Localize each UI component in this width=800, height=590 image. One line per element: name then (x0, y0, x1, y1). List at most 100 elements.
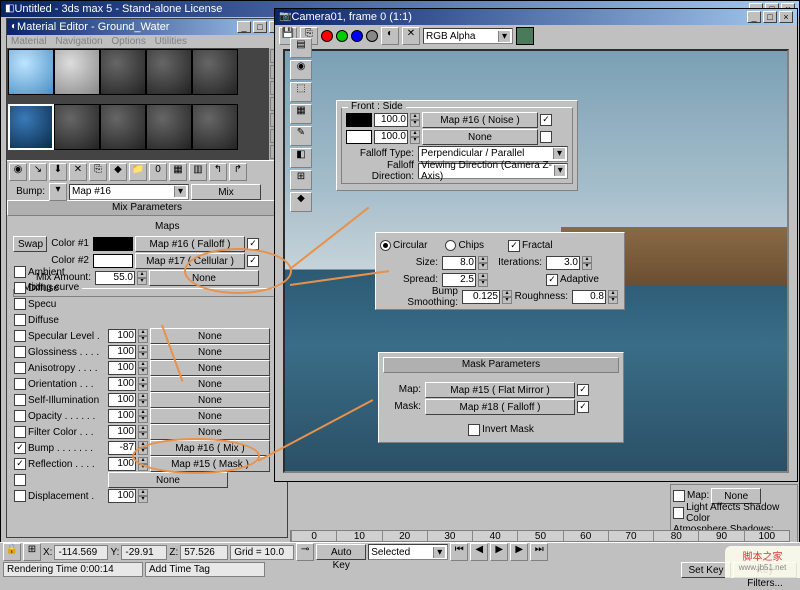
get-material-icon[interactable]: ◉ (9, 163, 27, 181)
vt-8-icon[interactable]: ◆ (290, 192, 312, 212)
slot-3[interactable] (100, 49, 146, 95)
menu-util[interactable]: Utilities (155, 36, 187, 47)
f-v2[interactable]: 100.0 (374, 130, 408, 144)
menu-opt[interactable]: Options (111, 36, 145, 47)
map-chk-14[interactable] (14, 490, 26, 502)
prev-frame-icon[interactable]: ◀ (470, 543, 488, 561)
bump-type-button[interactable]: Mix (191, 184, 261, 200)
lock-icon[interactable]: 🔒 (3, 543, 21, 561)
play-icon[interactable]: ▶ (490, 543, 508, 561)
map-chk-4[interactable] (14, 330, 26, 342)
color1-swatch[interactable] (93, 237, 133, 251)
map-val-7[interactable]: 100 (108, 377, 136, 391)
vt-1-icon[interactable]: ▤ (290, 38, 312, 58)
map-chk-12[interactable]: ✓ (14, 458, 26, 470)
mask-mask-chk[interactable]: ✓ (577, 401, 589, 413)
map-chk-7[interactable] (14, 378, 26, 390)
map-btn-8[interactable]: None (150, 392, 270, 408)
size-field[interactable]: 8.0 (442, 256, 476, 270)
key-icon[interactable]: ⊸ (296, 543, 314, 561)
map-val-5[interactable]: 100 (108, 345, 136, 359)
mat-min[interactable]: _ (237, 21, 251, 33)
green-channel-icon[interactable] (336, 30, 348, 42)
x-field[interactable]: -114.569 (54, 545, 108, 560)
map-val-6[interactable]: 100 (108, 361, 136, 375)
map-chk-9[interactable] (14, 410, 26, 422)
map-val-14[interactable]: 100 (108, 489, 136, 503)
y-field[interactable]: -29.91 (121, 545, 167, 560)
slot-10[interactable] (192, 104, 238, 150)
mix-params-header[interactable]: Mix Parameters (7, 200, 287, 216)
vt-7-icon[interactable]: ⊞ (290, 170, 312, 190)
put-to-scene-icon[interactable]: ↘ (29, 163, 47, 181)
channel-dropdown[interactable]: RGB Alpha▾ (423, 28, 513, 44)
assign-icon[interactable]: ⬇ (49, 163, 67, 181)
vt-6-icon[interactable]: ◧ (290, 148, 312, 168)
mask-mask-btn[interactable]: Map #18 ( Falloff ) (425, 399, 575, 415)
mask-map-btn[interactable]: Map #15 ( Flat Mirror ) (425, 382, 575, 398)
slot-7[interactable] (54, 104, 100, 150)
f-map2[interactable]: None (422, 129, 538, 145)
fdir-dd[interactable]: Viewing Direction (Camera Z-Axis)▾ (418, 163, 568, 179)
map1-check[interactable]: ✓ (247, 238, 259, 250)
make-unique-icon[interactable]: ◆ (109, 163, 127, 181)
falloff-c1[interactable] (346, 113, 372, 127)
spread-field[interactable]: 2.5 (442, 273, 476, 287)
circular-radio[interactable] (380, 240, 391, 251)
adaptive-check[interactable]: ✓ (546, 274, 558, 286)
goto-start-icon[interactable]: ⏮ (450, 543, 468, 561)
map-chk-2[interactable] (14, 298, 26, 310)
mask-map-chk[interactable]: ✓ (577, 384, 589, 396)
falloff-c2[interactable] (346, 130, 372, 144)
fractal-check[interactable]: ✓ (508, 240, 520, 252)
map-val-9[interactable]: 100 (108, 409, 136, 423)
autokey-button[interactable]: Auto Key (316, 544, 366, 560)
map-chk-3[interactable] (14, 314, 26, 326)
f-chk2[interactable] (540, 131, 552, 143)
timeline[interactable]: 0102030405060708090100 (290, 530, 790, 542)
map-btn-6[interactable]: None (150, 360, 270, 376)
map-btn-11[interactable]: Map #16 ( Mix ) (150, 440, 270, 456)
show-end-icon[interactable]: ▥ (189, 163, 207, 181)
setkey-button[interactable]: Set Key (681, 562, 731, 578)
slot-9[interactable] (146, 104, 192, 150)
mono-icon[interactable] (366, 30, 378, 42)
map-chk-11[interactable]: ✓ (14, 442, 26, 454)
nav-sibling-icon[interactable]: ↱ (229, 163, 247, 181)
clear-icon[interactable]: ✕ (402, 27, 420, 45)
menu-material[interactable]: Material (11, 36, 47, 47)
map-btn-10[interactable]: None (150, 424, 270, 440)
nav-parent-icon[interactable]: ↰ (209, 163, 227, 181)
reset-icon[interactable]: ✕ (69, 163, 87, 181)
pick-icon[interactable]: ▾ (49, 183, 67, 201)
vt-3-icon[interactable]: ⬚ (290, 82, 312, 102)
render-titlebar[interactable]: 📷 Camera01, frame 0 (1:1) _ □ × (275, 9, 797, 25)
vt-5-icon[interactable]: ✎ (290, 126, 312, 146)
map-val-10[interactable]: 100 (108, 425, 136, 439)
z-field[interactable]: 57.526 (180, 545, 228, 560)
mat-effects-icon[interactable]: 0 (149, 163, 167, 181)
slot-4[interactable] (146, 49, 192, 95)
mask-header[interactable]: Mask Parameters (383, 357, 619, 373)
put-library-icon[interactable]: 📁 (129, 163, 147, 181)
slot-2[interactable] (54, 49, 100, 95)
snap-icon[interactable]: ⊞ (23, 543, 41, 561)
mat-titlebar[interactable]: ◐ Material Editor - Ground_Water _ □ × (7, 19, 287, 35)
map1-button[interactable]: Map #16 ( Falloff ) (135, 236, 245, 252)
alpha-icon[interactable]: ◐ (381, 27, 399, 45)
map-btn-12[interactable]: Map #15 ( Mask ) (150, 456, 270, 472)
vt-4-icon[interactable]: ▦ (290, 104, 312, 124)
map-btn-7[interactable]: None (150, 376, 270, 392)
red-channel-icon[interactable] (321, 30, 333, 42)
map-chk-8[interactable] (14, 394, 26, 406)
mat-max[interactable]: □ (253, 21, 267, 33)
render-min[interactable]: _ (747, 11, 761, 23)
slot-5[interactable] (192, 49, 238, 95)
map-btn-5[interactable]: None (150, 344, 270, 360)
map-val-11[interactable]: -87 (108, 441, 136, 455)
map-chk-13[interactable] (14, 474, 26, 486)
menu-nav[interactable]: Navigation (55, 36, 102, 47)
f-chk1[interactable]: ✓ (540, 114, 552, 126)
invert-check[interactable] (468, 424, 480, 436)
map-chk-1[interactable] (14, 282, 26, 294)
